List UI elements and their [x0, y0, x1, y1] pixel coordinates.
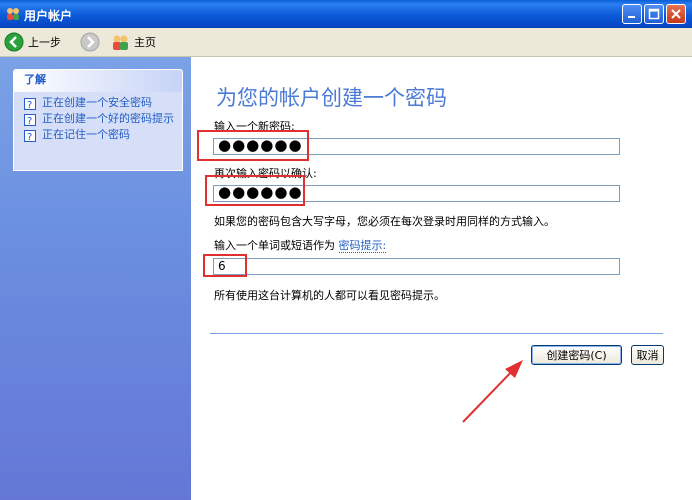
sidebar-item-password-hint[interactable]: ? 正在创建一个好的密码提示 — [14, 112, 182, 126]
sidebar: 了解 ? 正在创建一个安全密码 ? 正在创建一个好的密码提示 ? 正在记住一个密… — [0, 57, 191, 500]
forward-arrow-icon — [80, 32, 100, 52]
case-sensitivity-note: 如果您的密码包含大写字母，您必须在每次登录时用同样的方式输入。 — [214, 215, 555, 228]
watermark: S 搜狗指南 zhinan.sogou.com — [550, 413, 670, 459]
sidebar-item-label: 正在创建一个安全密码 — [42, 96, 152, 109]
hint-label: 输入一个单词或短语作为 密码提示: — [214, 237, 387, 253]
hint-visibility-note: 所有使用这台计算机的人都可以看见密码提示。 — [214, 289, 445, 302]
confirm-password-field[interactable]: ●●●●●● — [213, 185, 620, 202]
sidebar-item-label: 正在记住一个密码 — [42, 128, 130, 141]
back-label: 上一步 — [28, 36, 61, 49]
help-icon: ? — [24, 130, 36, 142]
sidebar-item-secure-password[interactable]: ? 正在创建一个安全密码 — [14, 96, 182, 110]
svg-text:S: S — [558, 420, 570, 439]
watermark-text: 搜狗指南 — [581, 419, 670, 444]
maximize-icon — [648, 8, 660, 20]
divider — [210, 333, 663, 334]
forward-button[interactable] — [80, 32, 100, 52]
users-home-icon — [113, 35, 128, 50]
page-title: 为您的帐户创建一个密码 — [216, 86, 447, 110]
maximize-button[interactable] — [644, 4, 664, 24]
window-title: 用户帐户 — [24, 9, 73, 23]
minimize-icon — [628, 16, 635, 18]
confirm-password-label: 再次输入密码以确认: — [214, 167, 317, 180]
home-label: 主页 — [134, 36, 156, 49]
sogou-logo-icon: S — [550, 415, 578, 443]
close-button[interactable] — [666, 4, 686, 24]
help-icon: ? — [24, 98, 36, 110]
minimize-button[interactable] — [622, 4, 642, 24]
password-hint-link[interactable]: 密码提示: — [338, 239, 387, 253]
new-password-label: 输入一个新密码: — [214, 120, 295, 133]
toolbar: 上一步 主页 — [0, 28, 692, 57]
svg-text:?: ? — [27, 100, 32, 110]
svg-text:?: ? — [27, 132, 32, 142]
watermark-url: zhinan.sogou.com — [560, 445, 670, 459]
hint-label-text: 输入一个单词或短语作为 — [214, 239, 335, 252]
new-password-field[interactable]: ●●●●●● — [213, 138, 620, 155]
annotation-arrow-icon — [462, 360, 523, 423]
sidebar-item-label: 正在创建一个好的密码提示 — [42, 112, 174, 125]
help-icon: ? — [24, 114, 36, 126]
password-hint-field[interactable]: 6 — [213, 258, 620, 275]
back-button[interactable]: 上一步 — [4, 32, 61, 52]
create-password-button[interactable]: 创建密码(C) — [531, 345, 622, 365]
svg-text:?: ? — [27, 116, 32, 126]
back-arrow-icon — [4, 32, 24, 52]
users-icon — [7, 8, 19, 20]
sidebar-item-remember-password[interactable]: ? 正在记住一个密码 — [14, 128, 182, 142]
cancel-button[interactable]: 取消 — [631, 345, 664, 365]
learn-panel: 了解 ? 正在创建一个安全密码 ? 正在创建一个好的密码提示 ? 正在记住一个密… — [13, 69, 183, 171]
panel-title: 了解 — [14, 70, 182, 92]
close-icon — [671, 9, 681, 19]
home-button[interactable]: 主页 — [110, 32, 156, 52]
title-bar: 用户帐户 — [0, 0, 692, 28]
